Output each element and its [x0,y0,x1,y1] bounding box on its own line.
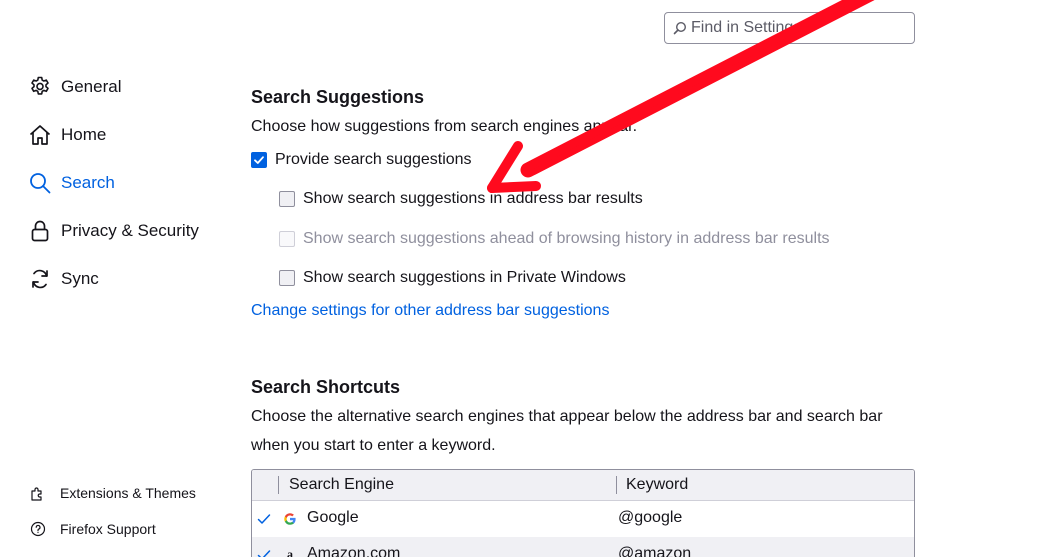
table-row[interactable]: a Amazon.com @amazon [252,537,914,557]
google-favicon-icon [282,511,298,527]
puzzle-icon [31,487,42,501]
column-divider [616,476,617,494]
table-header: Search Engine Keyword [252,470,914,501]
suggestions-ahead-row: Show search suggestions ahead of browsin… [279,230,830,248]
sidebar-item-label: Search [61,173,115,192]
sidebar-item-label: Sync [61,269,99,288]
provide-suggestions-checkbox[interactable] [251,152,267,168]
lock-icon [31,220,49,242]
help-icon [30,521,46,537]
sidebar-item-search[interactable]: Search [28,168,115,198]
find-in-settings-box[interactable] [664,12,915,44]
checkmark-icon[interactable] [256,547,272,557]
provide-suggestions-row[interactable]: Provide search suggestions [251,151,472,169]
section-title-search-shortcuts: Search Shortcuts [251,377,401,397]
sidebar-item-general[interactable]: General [28,72,121,102]
search-suggestions-description: Choose how suggestions from search engin… [251,118,638,135]
find-in-settings-input[interactable] [691,19,911,37]
sidebar-item-extensions-themes[interactable]: Extensions & Themes [30,482,196,504]
sidebar-item-label: Extensions & Themes [60,485,196,501]
search-shortcuts-description: Choose the alternative search engines th… [251,408,883,454]
search-engines-table[interactable]: Search Engine Keyword Google @google a A… [251,469,915,557]
checkmark-icon[interactable] [256,511,272,527]
address-bar-suggestions-checkbox[interactable] [279,191,295,207]
sidebar-item-firefox-support[interactable]: Firefox Support [30,518,156,540]
table-row[interactable]: Google @google [252,501,914,537]
sidebar-item-label: Privacy & Security [61,221,199,240]
engine-keyword[interactable]: @google [618,509,682,527]
suggestions-ahead-checkbox [279,231,295,247]
home-icon [29,125,51,145]
gear-icon [31,76,49,95]
suggestions-ahead-label: Show search suggestions ahead of browsin… [303,230,830,247]
address-bar-suggestions-row[interactable]: Show search suggestions in address bar r… [279,190,643,208]
address-bar-suggestions-label: Show search suggestions in address bar r… [303,190,643,207]
private-windows-suggestions-row[interactable]: Show search suggestions in Private Windo… [279,269,626,287]
engine-name: Google [307,509,359,526]
amazon-favicon-icon: a [282,547,298,557]
search-icon [30,173,51,194]
settings-page: General Home Search Privacy & Security S… [0,0,1044,557]
sidebar-item-label: Home [61,125,107,144]
private-windows-suggestions-checkbox[interactable] [279,270,295,286]
sidebar-item-sync[interactable]: Sync [28,264,99,294]
checkmark-icon [254,156,264,164]
sidebar-item-label: Firefox Support [60,521,156,537]
column-header-search-engine[interactable]: Search Engine [289,476,394,494]
column-header-keyword[interactable]: Keyword [626,476,688,494]
section-title-search-suggestions: Search Suggestions [251,87,425,107]
engine-keyword[interactable]: @amazon [618,545,691,557]
sidebar-item-home[interactable]: Home [28,120,106,150]
engine-name: Amazon.com [307,545,401,557]
search-icon [673,21,687,35]
column-divider [278,476,279,494]
sidebar-item-label: General [61,77,122,96]
sidebar-item-privacy-security[interactable]: Privacy & Security [28,216,199,246]
svg-text:a: a [287,548,293,557]
sync-icon [32,269,48,289]
private-windows-suggestions-label: Show search suggestions in Private Windo… [303,269,626,286]
change-address-bar-settings-link[interactable]: Change settings for other address bar su… [251,302,609,320]
provide-suggestions-label: Provide search suggestions [275,151,472,168]
